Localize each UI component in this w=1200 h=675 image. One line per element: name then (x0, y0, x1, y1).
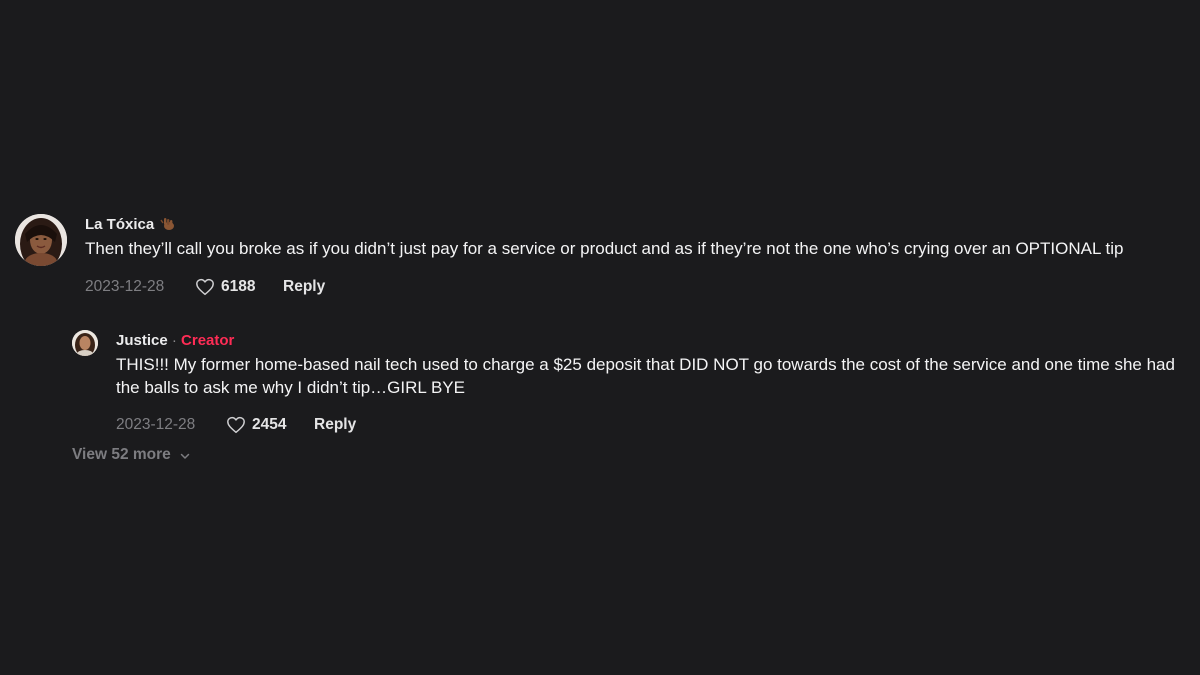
heart-icon (227, 416, 245, 434)
reply-body: Justice · Creator THIS!!! My former home… (116, 330, 1176, 436)
chevron-down-icon (180, 453, 190, 459)
emoji-icon (160, 215, 176, 231)
avatar[interactable] (15, 214, 67, 266)
reply-button[interactable]: Reply (283, 278, 325, 296)
reply-author-line: Justice · Creator (116, 330, 1176, 352)
separator: · (167, 332, 182, 349)
comment-author-line: La Tóxica (85, 214, 1165, 236)
view-more-replies-button[interactable]: View 52 more (72, 445, 191, 465)
reply-button[interactable]: Reply (314, 416, 356, 434)
comment-body: La Tóxica Then they’ll call you broke as… (85, 214, 1165, 298)
comment-meta: 2023-12-28 6188 Reply (85, 276, 1165, 298)
reply-text: THIS!!! My former home-based nail tech u… (116, 355, 1175, 397)
comment-author[interactable]: La Tóxica (85, 216, 154, 233)
like-button[interactable]: 6188 (195, 278, 283, 296)
heart-icon (196, 278, 214, 296)
comment-thread: La Tóxica Then they’ll call you broke as… (0, 0, 1200, 675)
like-button[interactable]: 2454 (226, 416, 314, 434)
comment-text: Then they’ll call you broke as if you di… (85, 239, 1124, 258)
creator-badge: Creator (181, 332, 235, 349)
reply-date: 2023-12-28 (116, 416, 196, 433)
reply-meta: 2023-12-28 2454 Reply (116, 414, 1176, 436)
avatar-image (72, 330, 98, 356)
avatar[interactable] (72, 330, 98, 356)
reply-author[interactable]: Justice (116, 332, 168, 349)
view-more-label: View 52 more (72, 446, 171, 463)
comment-date: 2023-12-28 (85, 278, 165, 295)
like-count: 2454 (252, 416, 287, 433)
avatar-image (15, 214, 67, 266)
like-count: 6188 (221, 278, 256, 295)
